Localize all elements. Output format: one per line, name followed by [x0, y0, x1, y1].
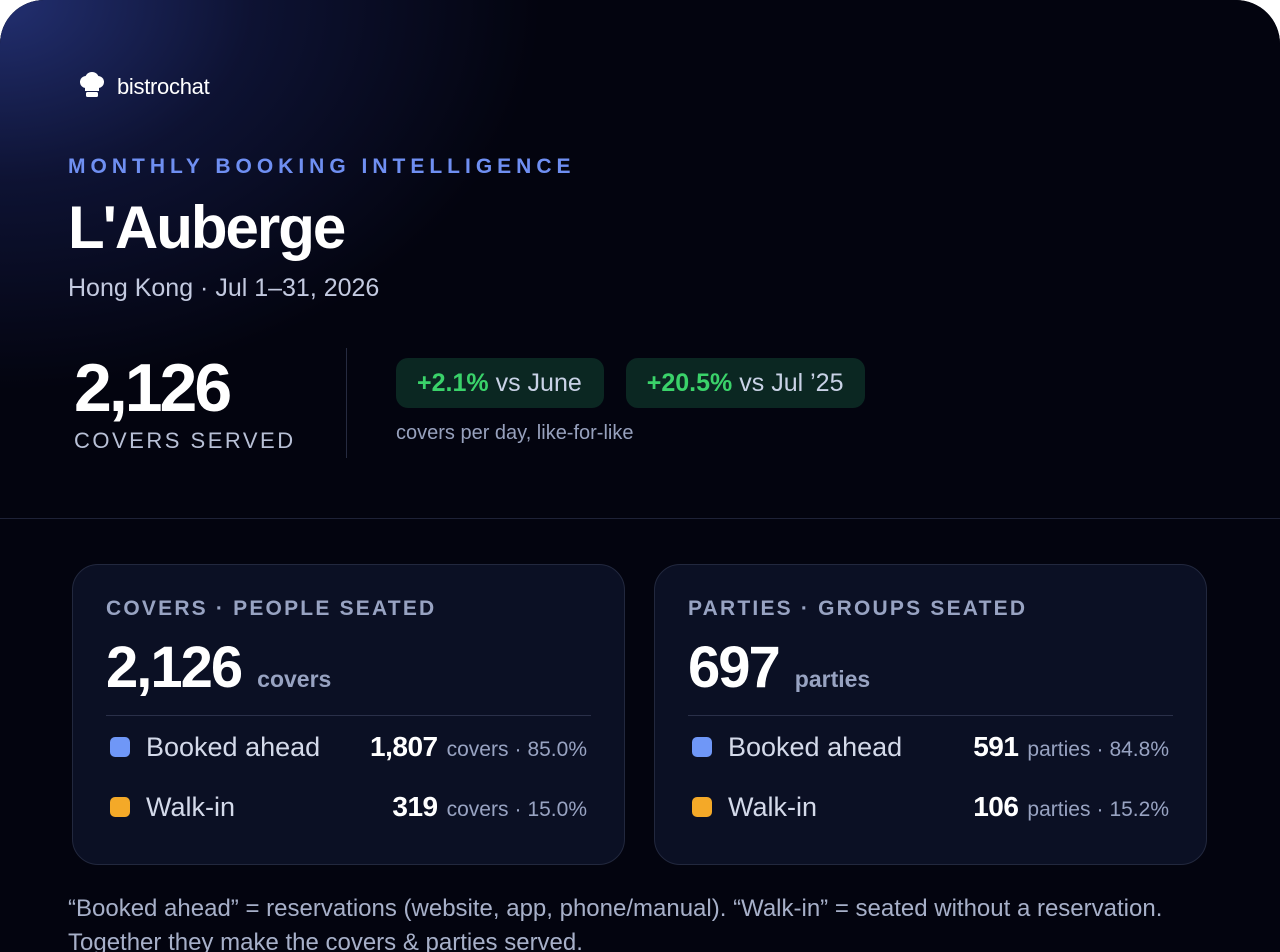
- comparison-chips: +2.1% vs June +20.5% vs Jul ’25: [396, 358, 866, 408]
- row-separator: ·: [1096, 798, 1104, 821]
- covers-card-value: 2,126: [106, 635, 243, 700]
- parties-card-title: PARTIES · GROUPS SEATED: [688, 597, 1028, 620]
- row-unit: covers: [446, 738, 509, 761]
- covers-card-title: COVERS · PEOPLE SEATED: [106, 597, 437, 620]
- hero-section: bistrochat MONTHLY BOOKING INTELLIGENCE …: [0, 0, 1280, 519]
- walk-in-swatch: [110, 797, 130, 817]
- parties-row-booked-ahead: Booked ahead 591 parties · 84.8%: [692, 727, 1169, 767]
- report-eyebrow: MONTHLY BOOKING INTELLIGENCE: [68, 155, 576, 178]
- chef-hat-icon: [78, 71, 106, 104]
- booked-ahead-swatch: [692, 737, 712, 757]
- row-count: 591: [973, 731, 1019, 762]
- covers-card: COVERS · PEOPLE SEATED 2,126 covers Book…: [72, 564, 625, 865]
- row-unit: parties: [1027, 738, 1091, 761]
- covers-card-total: 2,126 covers: [106, 635, 331, 701]
- venue-subtitle: Hong Kong · Jul 1–31, 2026: [68, 274, 380, 302]
- row-separator: ·: [1096, 738, 1104, 761]
- row-value: 591 parties · 84.8%: [973, 731, 1169, 763]
- row-separator: ·: [514, 798, 522, 821]
- covers-row-booked-ahead: Booked ahead 1,807 covers · 85.0%: [110, 727, 587, 767]
- row-count: 319: [392, 791, 438, 822]
- row-percent: 15.2%: [1109, 798, 1169, 821]
- parties-card-unit: parties: [794, 666, 871, 692]
- row-percent: 84.8%: [1109, 738, 1169, 761]
- row-label: Walk-in: [146, 791, 236, 822]
- row-percent: 15.0%: [527, 798, 587, 821]
- chip-vs-last-year: +20.5% vs Jul ’25: [625, 358, 866, 408]
- total-covers-label: COVERS SERVED: [74, 428, 296, 453]
- row-unit: covers: [446, 798, 509, 821]
- row-percent: 85.0%: [527, 738, 587, 761]
- row-value: 1,807 covers · 85.0%: [370, 731, 587, 763]
- walk-in-swatch: [692, 797, 712, 817]
- row-label: Booked ahead: [146, 731, 321, 762]
- chips-note: covers per day, like-for-like: [396, 422, 634, 444]
- row-unit: parties: [1027, 798, 1091, 821]
- row-value: 106 parties · 15.2%: [973, 791, 1169, 823]
- chip-delta: +20.5%: [646, 368, 733, 397]
- total-covers-value: 2,126: [74, 350, 232, 426]
- row-label: Booked ahead: [728, 731, 903, 762]
- card-divider: [106, 715, 591, 716]
- chip-label: vs Jul ’25: [739, 368, 844, 397]
- parties-row-walk-in: Walk-in 106 parties · 15.2%: [692, 787, 1169, 827]
- chip-delta: +2.1%: [417, 368, 489, 397]
- parties-card: PARTIES · GROUPS SEATED 697 parties Book…: [654, 564, 1207, 865]
- parties-card-value: 697: [688, 635, 781, 700]
- venue-title: L'Auberge: [68, 194, 346, 261]
- card-divider: [688, 715, 1173, 716]
- brand-logo[interactable]: bistrochat: [78, 71, 210, 104]
- row-value: 319 covers · 15.0%: [392, 791, 587, 823]
- parties-card-total: 697 parties: [688, 635, 870, 701]
- row-count: 106: [973, 791, 1019, 822]
- total-covers-block: 2,126 COVERS SERVED: [74, 352, 296, 454]
- report-page: bistrochat MONTHLY BOOKING INTELLIGENCE …: [0, 0, 1280, 952]
- covers-card-unit: covers: [257, 666, 332, 692]
- covers-row-walk-in: Walk-in 319 covers · 15.0%: [110, 787, 587, 827]
- row-separator: ·: [514, 738, 522, 761]
- footnote: “Booked ahead” = reservations (website, …: [68, 895, 1163, 952]
- brand-name: bistrochat: [117, 74, 210, 99]
- summary-divider: [346, 348, 347, 458]
- chip-label: vs June: [495, 368, 582, 397]
- row-label: Walk-in: [728, 791, 818, 822]
- booked-ahead-swatch: [110, 737, 130, 757]
- chip-vs-last-month: +2.1% vs June: [396, 358, 604, 408]
- row-count: 1,807: [370, 731, 438, 762]
